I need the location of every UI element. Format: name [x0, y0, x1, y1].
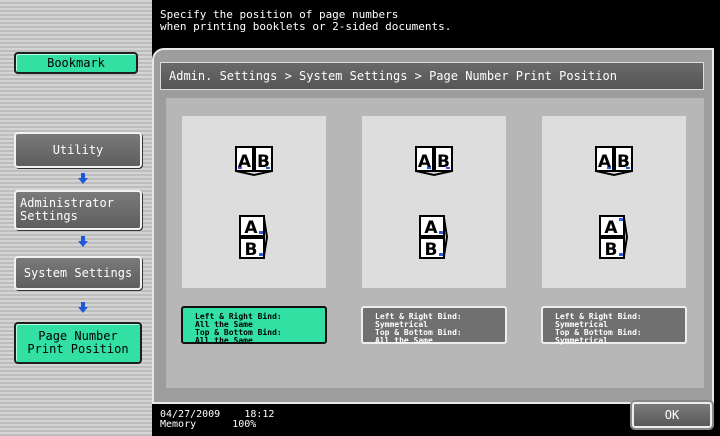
- sidebar-item-system-settings[interactable]: System Settings: [14, 256, 142, 290]
- main-panel: Admin. Settings > System Settings > Page…: [152, 48, 714, 404]
- vertical-book-icon: A B: [599, 215, 628, 260]
- status-area: 04/27/2009 18:12 Memory 100%: [160, 410, 274, 430]
- sidebar-item-administrator-settings[interactable]: Administrator Settings: [14, 190, 142, 230]
- sidebar-item-utility[interactable]: Utility: [14, 132, 142, 168]
- memory-value: 100%: [232, 419, 257, 430]
- left-sidebar: Bookmark Utility Administrator Settings …: [0, 0, 152, 436]
- svg-text:B: B: [605, 240, 618, 260]
- svg-text:A: A: [244, 218, 258, 238]
- svg-text:A: A: [604, 218, 618, 238]
- sidebar-item-label: Print Position: [27, 342, 129, 356]
- option-button-lr-symmetrical[interactable]: Left & Right Bind: Symmetrical Top & Bot…: [361, 306, 507, 345]
- horizontal-book-icon: A B: [235, 146, 273, 177]
- horizontal-book-icon: A B: [415, 146, 453, 177]
- vertical-book-icon: A B: [419, 215, 448, 260]
- option-preview-tile[interactable]: A B A B: [542, 116, 686, 288]
- instruction-message: Specify the position of page numbers whe…: [160, 9, 451, 33]
- down-arrow-icon: [78, 302, 88, 314]
- svg-text:B: B: [245, 240, 258, 260]
- down-arrow-icon: [78, 236, 88, 248]
- ok-button[interactable]: OK: [632, 402, 712, 428]
- down-arrow-icon: [78, 173, 88, 185]
- svg-text:A: A: [424, 218, 438, 238]
- horizontal-book-icon: A B: [595, 146, 633, 177]
- instruction-line-2: when printing booklets or 2-sided docume…: [160, 20, 452, 33]
- options-area: A B A B A B A B A B A B Left & Right Bin…: [166, 98, 704, 388]
- sidebar-item-label: System Settings: [23, 265, 133, 280]
- breadcrumb: Admin. Settings > System Settings > Page…: [160, 62, 704, 90]
- vertical-book-icon: A B: [239, 215, 268, 260]
- option-preview-tile[interactable]: A B A B: [362, 116, 506, 288]
- option-preview-tile[interactable]: A B A B: [182, 116, 326, 288]
- memory-label: Memory: [160, 419, 197, 430]
- option-button-all-the-same[interactable]: Left & Right Bind: All the Same Top & Bo…: [181, 306, 327, 345]
- sidebar-item-page-number-print-position[interactable]: Page Number Print Position: [14, 322, 142, 364]
- svg-text:B: B: [425, 240, 438, 260]
- sidebar-item-label: Settings: [20, 209, 78, 223]
- sidebar-item-label: Utility: [52, 142, 104, 157]
- bookmark-button[interactable]: Bookmark: [14, 52, 138, 74]
- bookmark-label: Bookmark: [47, 55, 105, 70]
- option-button-both-symmetrical[interactable]: Left & Right Bind: Symmetrical Top & Bot…: [541, 306, 687, 345]
